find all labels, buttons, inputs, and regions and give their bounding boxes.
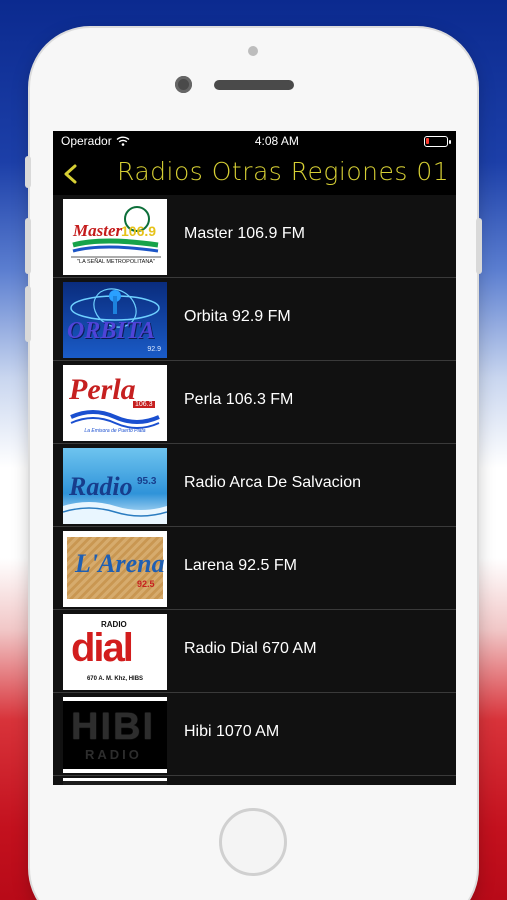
logo-bottom-text: RADIO <box>85 747 142 762</box>
earpiece-speaker <box>214 80 294 90</box>
battery-level <box>425 137 429 144</box>
phone-screen: Operador 4:08 AM Radios Otras Regiones 0… <box>53 131 456 785</box>
mute-switch <box>25 156 31 188</box>
logo-frequency: 106.3 <box>133 401 155 408</box>
station-logo-partial <box>63 778 167 785</box>
station-name: Orbita 92.9 FM <box>184 308 291 325</box>
front-camera <box>175 76 192 93</box>
proximity-sensor <box>248 46 258 56</box>
list-item[interactable]: RADIO dial 670 A. M. Khz, HIBS Radio Dia… <box>53 610 456 693</box>
logo-frequency: 106.9 <box>121 223 157 239</box>
station-logo-larena: L'Arena 92.5 <box>63 531 167 607</box>
list-item[interactable]: Radio 95.3 Radio Arca De Salvacion <box>53 444 456 527</box>
station-list[interactable]: Master 106.9 "LA SEÑAL METROPOLITANA" Ma… <box>53 195 456 785</box>
station-logo-master: Master 106.9 "LA SEÑAL METROPOLITANA" <box>63 199 167 275</box>
chevron-left-icon[interactable] <box>61 163 81 185</box>
logo-tagline: 670 A. M. Khz, HIBS <box>86 676 144 682</box>
logo-text: Radio <box>69 472 133 501</box>
volume-up-button <box>25 218 31 274</box>
station-logo-perla: Perla 106.3 La Emisora de Puerto Plata <box>63 365 167 441</box>
logo-text: dial <box>71 626 134 670</box>
status-bar: Operador 4:08 AM <box>53 131 456 151</box>
list-item[interactable]: L'Arena 92.5 Larena 92.5 FM <box>53 527 456 610</box>
logo-tagline: La Emisora de Puerto Plata <box>84 428 146 434</box>
list-item[interactable]: Perla 106.3 La Emisora de Puerto Plata P… <box>53 361 456 444</box>
navigation-bar: Radios Otras Regiones 01 <box>53 151 456 195</box>
logo-frequency: 92.9 <box>147 346 161 353</box>
clock: 4:08 AM <box>254 134 299 148</box>
list-item[interactable]: Master 106.9 "LA SEÑAL METROPOLITANA" Ma… <box>53 195 456 278</box>
logo-text: ORBITA <box>67 318 156 344</box>
logo-text: HIBI <box>71 706 155 748</box>
station-name: Larena 92.5 FM <box>184 557 297 574</box>
power-button <box>476 218 482 274</box>
station-name: Master 106.9 FM <box>184 225 305 242</box>
volume-down-button <box>25 286 31 342</box>
station-logo-hibi: HIBI RADIO <box>63 697 167 773</box>
station-name: Hibi 1070 AM <box>184 723 280 740</box>
station-name: Perla 106.3 FM <box>184 391 294 408</box>
wifi-icon <box>116 136 130 146</box>
list-item[interactable]: HIBI RADIO Hibi 1070 AM <box>53 693 456 776</box>
station-logo-dial: RADIO dial 670 A. M. Khz, HIBS <box>63 614 167 690</box>
logo-frequency: 92.5 <box>137 579 155 589</box>
station-name: Radio Arca De Salvacion <box>184 474 361 491</box>
list-item[interactable]: ORBITA 92.9 Orbita 92.9 FM <box>53 278 456 361</box>
list-item-partial[interactable] <box>53 776 456 785</box>
logo-text: L'Arena <box>75 549 165 578</box>
logo-text: Master <box>73 221 123 240</box>
home-button[interactable] <box>219 808 287 876</box>
station-logo-arca: Radio 95.3 <box>63 448 167 524</box>
logo-tagline: "LA SEÑAL METROPOLITANA" <box>77 259 155 265</box>
station-name: Radio Dial 670 AM <box>184 640 317 657</box>
battery-icon <box>423 135 451 147</box>
page-title: Radios Otras Regiones 01 <box>117 157 450 186</box>
logo-frequency: 95.3 <box>137 476 157 487</box>
station-logo-orbita: ORBITA 92.9 <box>63 282 167 358</box>
carrier-label: Operador <box>61 134 112 148</box>
logo-text: Perla <box>69 373 136 406</box>
